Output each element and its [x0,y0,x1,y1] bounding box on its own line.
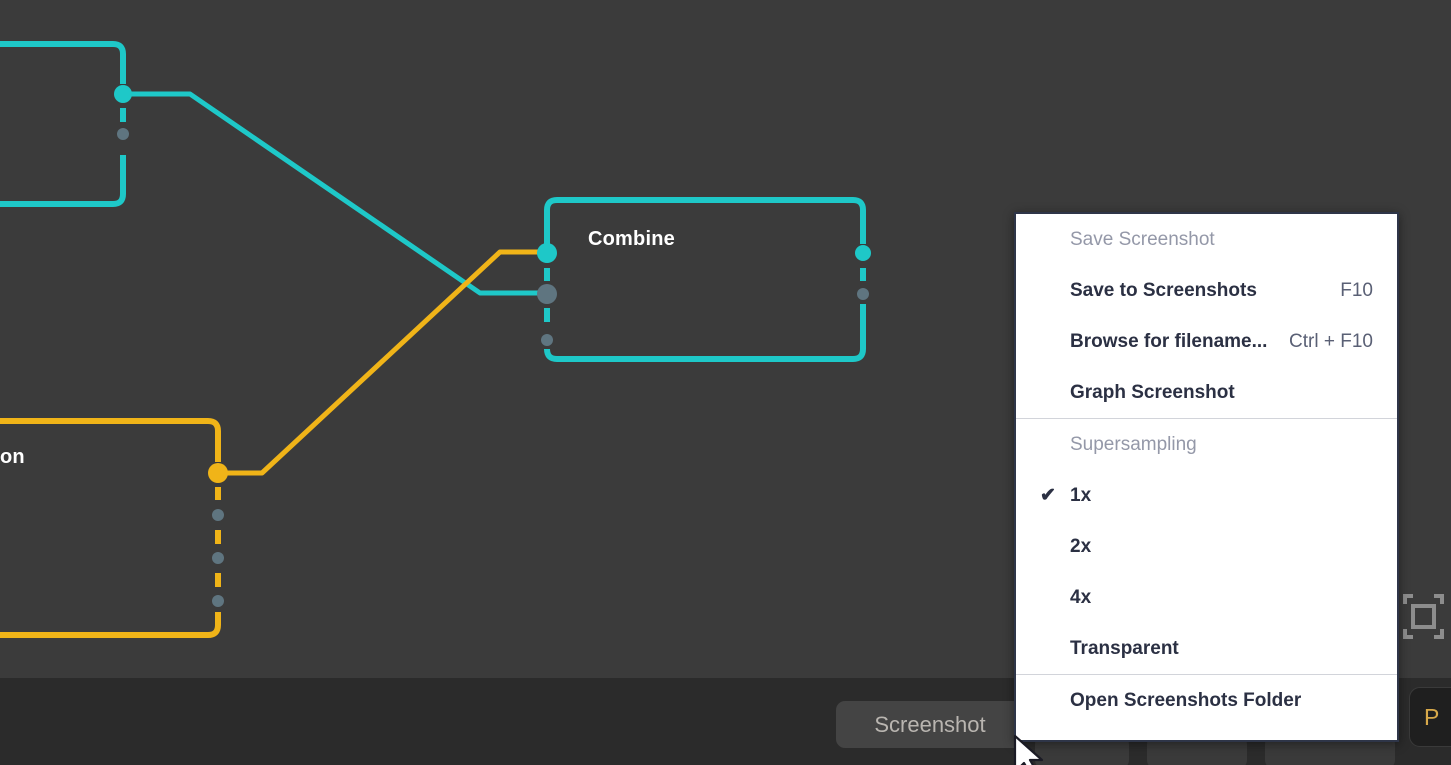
menu-item-browse-for-filename[interactable]: Browse for filename... Ctrl + F10 [1016,316,1397,367]
menu-item-supersampling-1x[interactable]: ✔ 1x [1016,470,1397,521]
node-bottom-left-frame[interactable] [0,418,221,638]
menu-item-label: Graph Screenshot [1070,381,1235,403]
wire-orange [215,249,550,476]
node-editor-window: Combine on Screenshot P Save Screenshot … [0,0,1451,765]
menu-section-folder: Open Screenshots Folder [1016,675,1397,726]
socket-input-connected [537,284,557,304]
wire-cyan [120,91,550,296]
menu-item-label: Browse for filename... [1070,330,1268,352]
crop-frame-icon[interactable] [1401,592,1445,640]
menu-item-shortcut: Ctrl + F10 [1289,330,1373,352]
menu-header-supersampling: Supersampling [1070,433,1197,455]
node-top-left-frame[interactable] [0,41,126,207]
menu-header-save-screenshot: Save Screenshot [1070,228,1215,250]
socket-output-active [114,85,132,103]
menu-item-label: Save to Screenshots [1070,279,1257,301]
menu-item-save-to-screenshots[interactable]: Save to Screenshots F10 [1016,265,1397,316]
menu-item-label: 1x [1070,484,1092,506]
socket-output-active [208,463,228,483]
menu-section-save-screenshot: Save Screenshot Save to Screenshots F10 … [1016,214,1397,418]
socket-output-active [855,245,871,261]
menu-item-graph-screenshot[interactable]: Graph Screenshot [1016,367,1397,418]
node-combine-frame[interactable] [544,197,866,362]
menu-item-label: Transparent [1070,637,1179,659]
menu-item-transparent[interactable]: Transparent [1016,623,1397,674]
socket-input-active [537,243,557,263]
socket-output-inactive [212,552,224,564]
socket-output-inactive [212,509,224,521]
menu-item-supersampling-4x[interactable]: 4x [1016,572,1397,623]
screenshot-button[interactable]: Screenshot [836,701,1024,748]
menu-item-open-screenshots-folder[interactable]: Open Screenshots Folder [1016,675,1397,726]
menu-item-label: 4x [1070,586,1092,608]
menu-item-supersampling-2x[interactable]: 2x [1016,521,1397,572]
socket-output-inactive [117,128,129,140]
menu-item-label: 2x [1070,535,1092,557]
check-icon: ✔ [1040,484,1056,506]
menu-section-supersampling: Supersampling ✔ 1x 2x 4x Transparent [1016,419,1397,674]
socket-input-inactive [541,334,553,346]
menu-item-label: Open Screenshots Folder [1070,689,1302,711]
p-button[interactable]: P [1409,687,1451,747]
socket-output-inactive [857,288,869,300]
socket-output-inactive [212,595,224,607]
screenshot-context-menu[interactable]: Save Screenshot Save to Screenshots F10 … [1014,212,1399,742]
menu-item-shortcut: F10 [1340,279,1373,301]
